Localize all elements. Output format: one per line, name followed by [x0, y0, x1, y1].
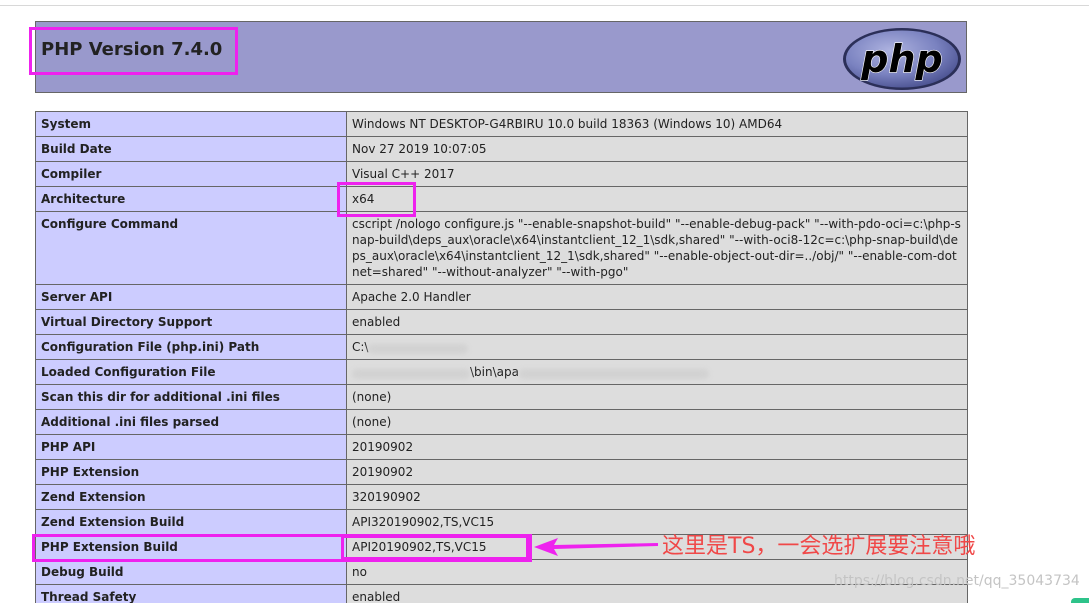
watermark: https://blog.csdn.net/qq_35043734	[834, 573, 1080, 589]
row-key: Build Date	[35, 136, 347, 162]
table-row: Compiler Visual C++ 2017	[35, 161, 968, 187]
top-divider	[0, 5, 1089, 6]
annotation-note: 这里是TS，一会选扩展要注意哦	[662, 534, 976, 559]
table-row: Server API Apache 2.0 Handler	[35, 284, 968, 310]
row-value: 20190902	[346, 434, 968, 460]
table-row: Virtual Directory Support enabled	[35, 309, 968, 335]
row-value-text: C:\	[352, 340, 369, 354]
row-key: Compiler	[35, 161, 347, 187]
row-value: 20190902	[346, 459, 968, 485]
row-key: PHP API	[35, 434, 347, 460]
php-logo-text: php	[860, 37, 942, 81]
phpinfo-page: PHP Version 7.4.0 php System Windows NT …	[0, 0, 1089, 603]
row-value: cscript /nologo configure.js "--enable-s…	[346, 211, 968, 285]
row-value: 320190902	[346, 484, 968, 510]
table-row: System Windows NT DESKTOP-G4RBIRU 10.0 b…	[35, 111, 968, 137]
table-row: Additional .ini files parsed (none)	[35, 409, 968, 435]
table-row: Debug Build no	[35, 559, 968, 585]
row-value: x64	[346, 186, 968, 212]
row-key: Virtual Directory Support	[35, 309, 347, 335]
row-key: System	[35, 111, 347, 137]
row-key: Zend Extension Build	[35, 509, 347, 535]
table-row: Zend Extension Build API320190902,TS,VC1…	[35, 509, 968, 535]
row-value: (none)	[346, 384, 968, 410]
redaction-blur	[352, 369, 470, 379]
redaction-blur	[368, 344, 469, 354]
php-version-header: PHP Version 7.4.0 php	[35, 21, 967, 93]
page-title: PHP Version 7.4.0	[41, 39, 223, 60]
row-value: Windows NT DESKTOP-G4RBIRU 10.0 build 18…	[346, 111, 968, 137]
row-value-text: \bin\apa	[470, 365, 519, 379]
table-row: PHP Extension 20190902	[35, 459, 968, 485]
row-value: Nov 27 2019 10:07:05	[346, 136, 968, 162]
table-row: Thread Safety enabled	[35, 584, 968, 603]
row-key: Loaded Configuration File	[35, 359, 347, 385]
table-row: Configure Command cscript /nologo config…	[35, 211, 968, 285]
row-value: API320190902,TS,VC15	[346, 509, 968, 535]
row-key: Configuration File (php.ini) Path	[35, 334, 347, 360]
row-key: PHP Extension Build	[35, 534, 347, 560]
row-key: Server API	[35, 284, 347, 310]
row-key: Configure Command	[35, 211, 347, 285]
row-key: Additional .ini files parsed	[35, 409, 347, 435]
row-key: Zend Extension	[35, 484, 347, 510]
table-row: Zend Extension 320190902	[35, 484, 968, 510]
php-logo-icon: php	[843, 28, 961, 90]
row-key: PHP Extension	[35, 459, 347, 485]
row-key: Architecture	[35, 186, 347, 212]
php-info-table: System Windows NT DESKTOP-G4RBIRU 10.0 b…	[35, 111, 968, 603]
table-row: Build Date Nov 27 2019 10:07:05	[35, 136, 968, 162]
row-value-redacted: C:\	[346, 334, 968, 360]
annotation-arrow-icon	[534, 538, 658, 556]
row-value: enabled	[346, 309, 968, 335]
row-value-redacted: \bin\apa	[346, 359, 968, 385]
table-row: Configuration File (php.ini) Path C:\	[35, 334, 968, 360]
redaction-blur	[518, 369, 709, 379]
row-value: Visual C++ 2017	[346, 161, 968, 187]
table-row: PHP API 20190902	[35, 434, 968, 460]
corner-badge	[1071, 598, 1089, 603]
row-key: Debug Build	[35, 559, 347, 585]
row-value: (none)	[346, 409, 968, 435]
table-row: Loaded Configuration File \bin\apa	[35, 359, 968, 385]
row-value: Apache 2.0 Handler	[346, 284, 968, 310]
row-key: Thread Safety	[35, 584, 347, 603]
table-row: Architecture x64	[35, 186, 968, 212]
row-key: Scan this dir for additional .ini files	[35, 384, 347, 410]
table-row: Scan this dir for additional .ini files …	[35, 384, 968, 410]
